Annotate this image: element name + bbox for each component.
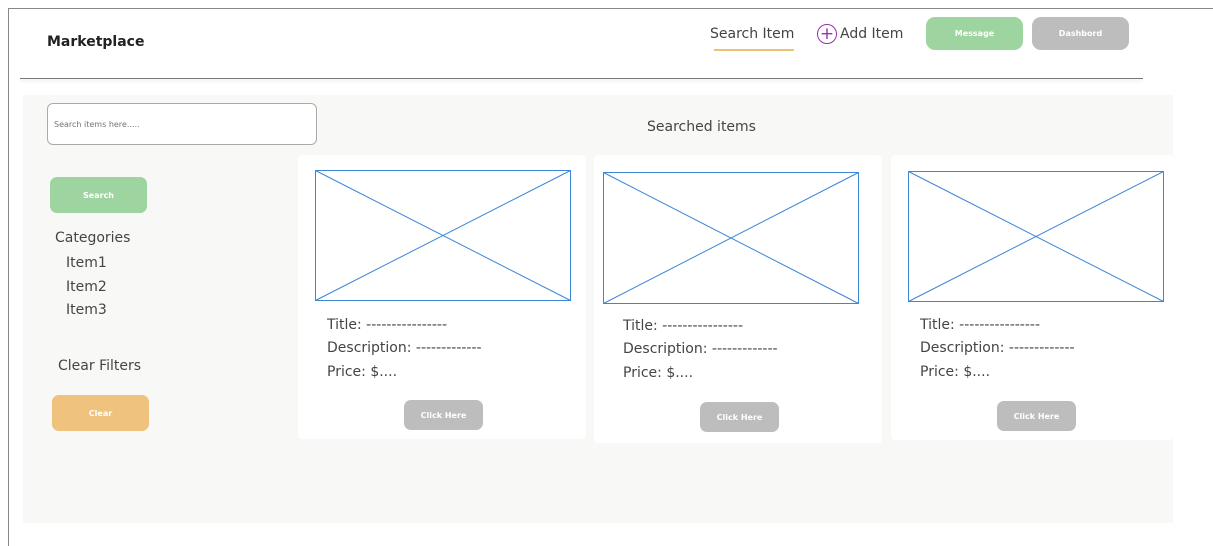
click-here-button[interactable]: Click Here bbox=[700, 402, 779, 432]
item-title: Title: ---------------- bbox=[920, 317, 1040, 333]
search-input[interactable] bbox=[47, 103, 317, 145]
image-placeholder-icon bbox=[315, 170, 571, 301]
search-button[interactable]: Search bbox=[50, 177, 147, 213]
item-description: Description: ------------- bbox=[920, 340, 1075, 356]
clear-button[interactable]: Clear bbox=[52, 395, 149, 431]
categories-title: Categories bbox=[55, 230, 131, 246]
plus-circle-icon: + bbox=[817, 24, 837, 44]
item-price: Price: $.... bbox=[920, 364, 991, 380]
category-item[interactable]: Item3 bbox=[66, 302, 107, 318]
nav-add-item-label: Add Item bbox=[840, 26, 904, 42]
click-here-button[interactable]: Click Here bbox=[404, 400, 483, 430]
image-placeholder-icon bbox=[603, 172, 859, 304]
searched-items-title: Searched items bbox=[647, 119, 756, 135]
message-button[interactable]: Message bbox=[926, 17, 1023, 50]
category-item[interactable]: Item2 bbox=[66, 279, 107, 295]
nav-add-item[interactable]: + Add Item bbox=[817, 24, 903, 44]
item-description: Description: ------------- bbox=[327, 340, 482, 356]
item-card: Title: ---------------- Description: ---… bbox=[298, 155, 586, 439]
clear-filters-title: Clear Filters bbox=[58, 358, 142, 374]
click-here-button[interactable]: Click Here bbox=[997, 401, 1076, 431]
dashboard-button[interactable]: Dashbord bbox=[1032, 17, 1129, 50]
item-title: Title: ---------------- bbox=[327, 317, 447, 333]
item-price: Price: $.... bbox=[623, 365, 694, 381]
item-card: Title: ---------------- Description: ---… bbox=[891, 155, 1173, 440]
item-card: Title: ---------------- Description: ---… bbox=[594, 155, 882, 443]
item-description: Description: ------------- bbox=[623, 341, 778, 357]
nav-search-item[interactable]: Search Item bbox=[710, 26, 794, 42]
category-item[interactable]: Item1 bbox=[66, 255, 107, 271]
image-placeholder-icon bbox=[908, 171, 1164, 302]
item-title: Title: ---------------- bbox=[623, 318, 743, 334]
active-nav-indicator bbox=[714, 49, 794, 51]
brand-logo[interactable]: Marketplace bbox=[47, 34, 144, 50]
item-price: Price: $.... bbox=[327, 364, 398, 380]
header-divider bbox=[20, 78, 1143, 79]
